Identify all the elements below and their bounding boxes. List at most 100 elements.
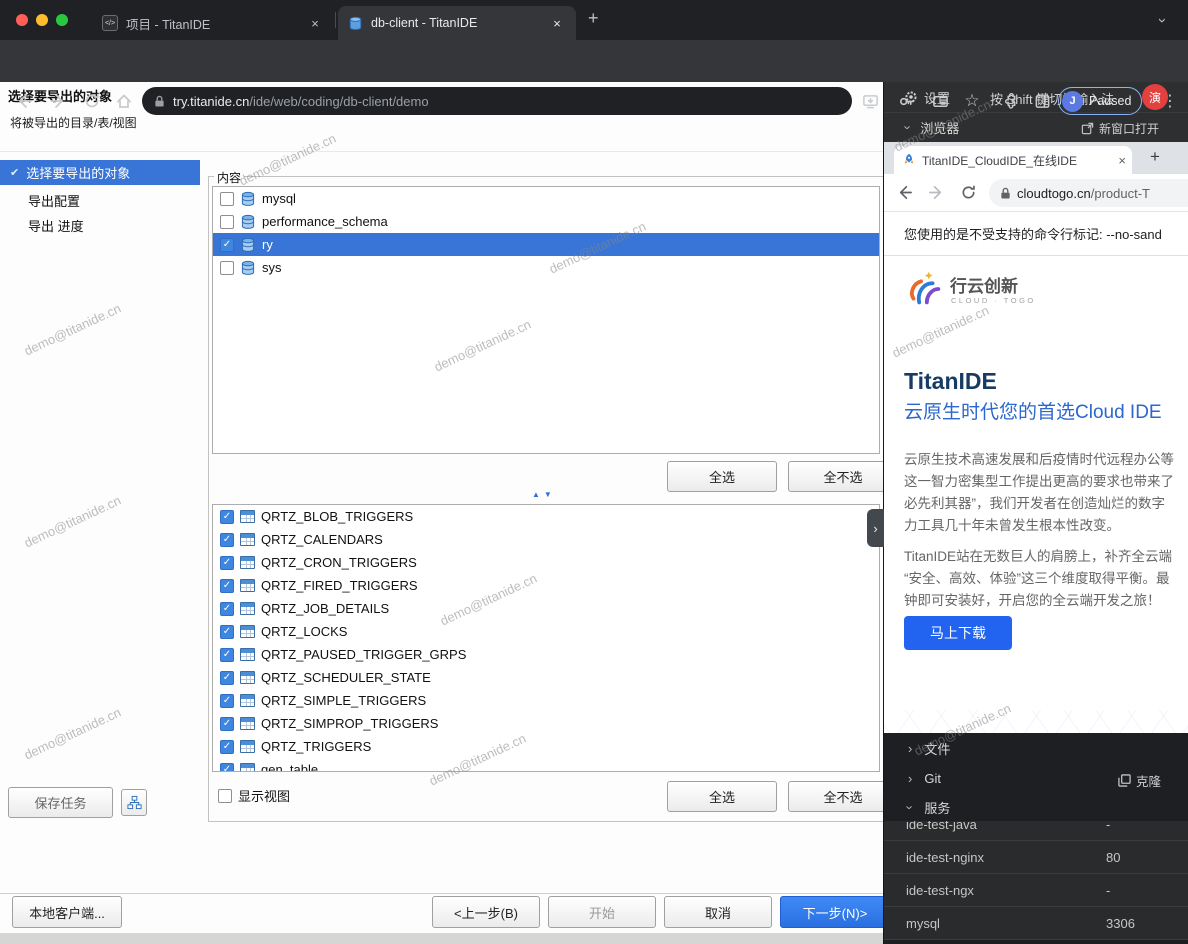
checkbox-checked[interactable] xyxy=(220,694,234,708)
close-tab-icon[interactable]: × xyxy=(548,14,566,32)
start-button[interactable]: 开始 xyxy=(548,896,656,928)
panel-browser-row[interactable]: › 浏览器 新窗口打开 xyxy=(884,112,1188,142)
download-button[interactable]: 马上下载 xyxy=(904,616,1012,650)
table-row[interactable]: QRTZ_CRON_TRIGGERS xyxy=(213,551,879,574)
address-bar[interactable]: try.titanide.cn/ide/web/coding/db-client… xyxy=(142,87,852,115)
arrow-right-icon xyxy=(49,92,67,110)
back-button[interactable] xyxy=(12,89,36,113)
section-git[interactable]: › Git 克隆 xyxy=(884,763,1188,793)
table-row[interactable]: gen_table xyxy=(213,758,879,772)
section-services[interactable]: › 服务 xyxy=(884,793,1188,821)
browser-tab-project[interactable]: </> 项目 - TitanIDE × xyxy=(92,6,334,40)
checkbox-checked[interactable] xyxy=(220,740,234,754)
checkbox-checked[interactable] xyxy=(220,533,234,547)
db-row[interactable]: performance_schema xyxy=(213,210,879,233)
wizard-step-select-objects[interactable]: ✔ 选择要导出的对象 xyxy=(0,160,200,185)
checkbox-checked[interactable] xyxy=(220,238,234,252)
checkbox[interactable] xyxy=(218,789,232,803)
wizard-step-export-config[interactable]: 导出配置 xyxy=(28,191,80,210)
table-row[interactable]: QRTZ_SCHEDULER_STATE xyxy=(213,666,879,689)
pip-button[interactable] xyxy=(928,89,952,113)
checkbox[interactable] xyxy=(220,261,234,275)
site-heading: TitanIDE xyxy=(904,368,997,395)
service-row[interactable]: mysql 3306 xyxy=(884,907,1188,940)
select-none-tables-button[interactable]: 全不选 xyxy=(788,781,898,812)
section-files[interactable]: › 文件 xyxy=(884,733,1188,763)
open-new-window-label: 新窗口打开 xyxy=(1099,120,1159,137)
close-window-button[interactable] xyxy=(16,14,28,26)
table-row[interactable]: QRTZ_CALENDARS xyxy=(213,528,879,551)
table-name: QRTZ_PAUSED_TRIGGER_GRPS xyxy=(261,647,466,662)
splitter-arrows-icon[interactable]: ▲▼ xyxy=(532,490,556,499)
fullscreen-window-button[interactable] xyxy=(56,14,68,26)
flag-warning-text: 您使用的是不受支持的命令行标记: --no-sand xyxy=(904,224,1162,243)
service-row[interactable]: ide-test-ngx - xyxy=(884,874,1188,907)
checkbox[interactable] xyxy=(220,192,234,206)
bookmark-star-button[interactable]: ☆ xyxy=(960,89,984,113)
extensions-button[interactable] xyxy=(998,89,1022,113)
db-row[interactable]: sys xyxy=(213,256,879,279)
git-clone-button[interactable]: 克隆 xyxy=(1118,771,1161,790)
previous-step-button[interactable]: <上一步(B) xyxy=(432,896,540,928)
checkbox-checked[interactable] xyxy=(220,602,234,616)
home-button[interactable] xyxy=(112,89,136,113)
checkbox-checked[interactable] xyxy=(220,625,234,639)
menu-dots-icon[interactable]: ⋮ xyxy=(1158,89,1182,113)
lock-icon xyxy=(1000,187,1011,200)
table-row[interactable]: QRTZ_PAUSED_TRIGGER_GRPS xyxy=(213,643,879,666)
cancel-button[interactable]: 取消 xyxy=(664,896,772,928)
table-list[interactable]: QRTZ_BLOB_TRIGGERS QRTZ_CALENDARS QRTZ_C… xyxy=(212,504,880,772)
table-row[interactable]: QRTZ_JOB_DETAILS xyxy=(213,597,879,620)
local-client-button[interactable]: 本地客户端... xyxy=(12,896,122,928)
table-row[interactable]: QRTZ_TRIGGERS xyxy=(213,735,879,758)
table-name: QRTZ_BLOB_TRIGGERS xyxy=(261,509,413,524)
database-list[interactable]: mysql performance_schema ry sys xyxy=(212,186,880,454)
inner-back-button[interactable] xyxy=(896,184,913,204)
task-diagram-button[interactable] xyxy=(121,789,147,816)
inner-address-bar[interactable]: cloudtogo.cn/product-T xyxy=(989,179,1188,207)
table-row[interactable]: QRTZ_LOCKS xyxy=(213,620,879,643)
side-panel-button[interactable] xyxy=(1030,89,1054,113)
checkbox[interactable] xyxy=(220,215,234,229)
db-row[interactable]: mysql xyxy=(213,187,879,210)
close-tab-icon[interactable]: × xyxy=(1118,153,1126,168)
minimize-window-button[interactable] xyxy=(36,14,48,26)
table-row[interactable]: QRTZ_FIRED_TRIGGERS xyxy=(213,574,879,597)
panel-collapse-handle[interactable]: › xyxy=(867,509,884,547)
checkbox-checked[interactable] xyxy=(220,671,234,685)
show-views-option[interactable]: 显示视图 xyxy=(218,786,290,805)
save-task-button[interactable]: 保存任务 xyxy=(8,787,113,818)
checkbox-checked[interactable] xyxy=(220,510,234,524)
table-row[interactable]: QRTZ_BLOB_TRIGGERS xyxy=(213,505,879,528)
select-all-databases-button[interactable]: 全选 xyxy=(667,461,777,492)
new-tab-button[interactable]: + xyxy=(588,8,599,29)
tab-search-chevron-icon[interactable]: › xyxy=(1154,18,1171,23)
inner-reload-button[interactable] xyxy=(960,184,977,204)
forward-button[interactable] xyxy=(46,89,70,113)
install-app-button[interactable] xyxy=(858,89,882,113)
table-row[interactable]: QRTZ_SIMPROP_TRIGGERS xyxy=(213,712,879,735)
next-step-button[interactable]: 下一步(N)> xyxy=(780,896,890,928)
close-tab-icon[interactable]: × xyxy=(306,14,324,32)
wizard-step-export-progress[interactable]: 导出 进度 xyxy=(28,216,84,235)
checkbox-checked[interactable] xyxy=(220,579,234,593)
checkbox-checked[interactable] xyxy=(220,648,234,662)
table-row[interactable]: QRTZ_SIMPLE_TRIGGERS xyxy=(213,689,879,712)
service-row[interactable]: ide-test-nginx 80 xyxy=(884,841,1188,874)
browser-tab-db-client[interactable]: db-client - TitanIDE × xyxy=(338,6,576,40)
db-row-selected[interactable]: ry xyxy=(213,233,879,256)
reload-button[interactable] xyxy=(80,89,104,113)
profile-chip[interactable]: J Paused xyxy=(1058,87,1142,115)
checkbox-checked[interactable] xyxy=(220,717,234,731)
open-new-window-button[interactable]: 新窗口打开 xyxy=(1081,120,1159,137)
inner-forward-button[interactable] xyxy=(928,184,945,204)
select-all-tables-button[interactable]: 全选 xyxy=(667,781,777,812)
inner-browser-tab[interactable]: TitanIDE_CloudIDE_在线IDE × xyxy=(894,146,1132,174)
select-none-databases-button[interactable]: 全不选 xyxy=(788,461,898,492)
service-name: ide-test-nginx xyxy=(906,850,984,865)
checkbox-checked[interactable] xyxy=(220,763,234,773)
table-name: QRTZ_SIMPROP_TRIGGERS xyxy=(261,716,438,731)
checkbox-checked[interactable] xyxy=(220,556,234,570)
password-manager-button[interactable] xyxy=(894,89,918,113)
inner-new-tab-button[interactable]: + xyxy=(1150,147,1160,167)
